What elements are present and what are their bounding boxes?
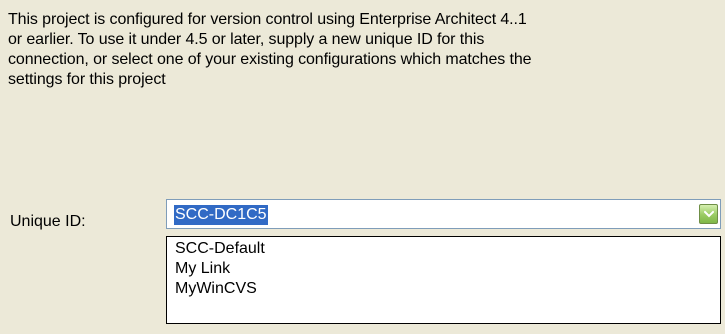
- option-mywincvs[interactable]: MyWinCVS: [175, 279, 257, 299]
- unique-id-combobox[interactable]: SCC-DC1C5: [166, 199, 721, 229]
- option-scc-default[interactable]: SCC-Default: [175, 239, 265, 259]
- option-my-link[interactable]: My Link: [175, 259, 230, 279]
- unique-id-label: Unique ID:: [10, 213, 86, 230]
- unique-id-selected-value[interactable]: SCC-DC1C5: [174, 205, 268, 225]
- unique-id-options-list[interactable]: SCC-Default My Link MyWinCVS: [166, 236, 721, 324]
- chevron-down-icon: [703, 210, 714, 218]
- version-control-dialog: This project is configured for version c…: [0, 0, 725, 334]
- version-control-message: This project is configured for version c…: [8, 11, 532, 88]
- dropdown-button[interactable]: [699, 204, 718, 224]
